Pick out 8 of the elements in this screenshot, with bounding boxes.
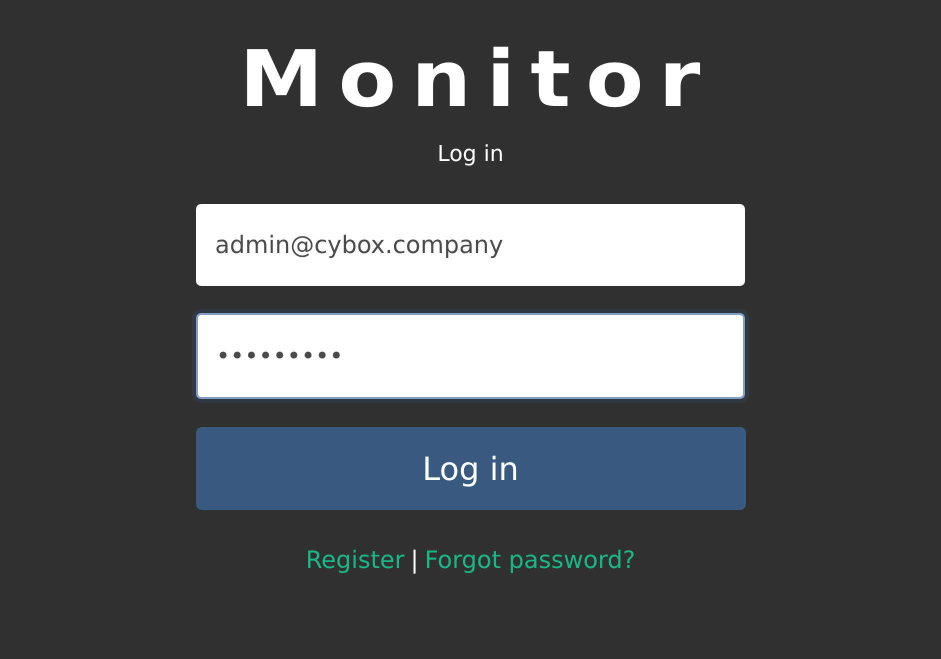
page-heading: Log in (437, 141, 504, 169)
login-button[interactable]: Log in (196, 427, 746, 510)
password-field[interactable]: ••••••••• (196, 313, 745, 399)
logo: Monitor (239, 38, 716, 122)
forgot-password-link[interactable]: Forgot password? (424, 546, 636, 574)
register-link[interactable]: Register (306, 546, 404, 574)
email-field[interactable]: admin@cybox.company (196, 204, 745, 286)
separator: | (410, 546, 419, 574)
